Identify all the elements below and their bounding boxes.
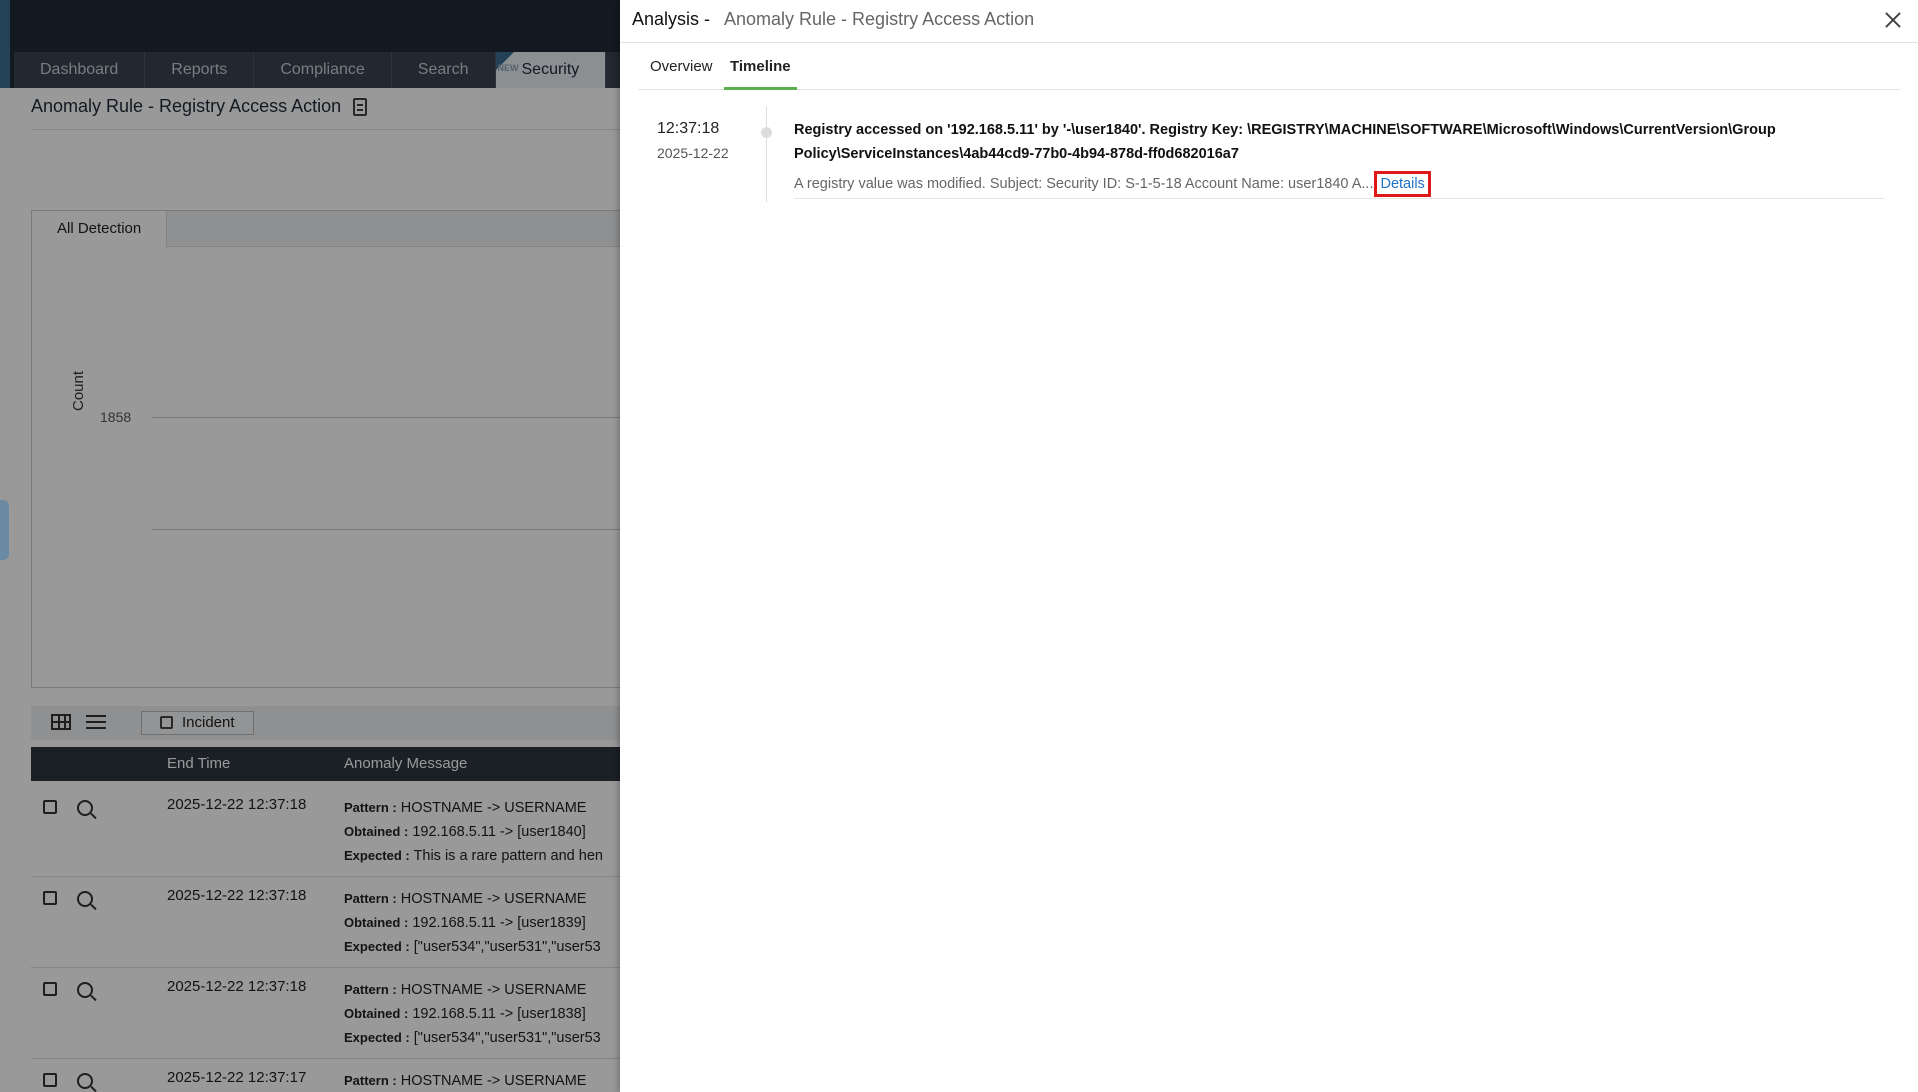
timeline-entry-title: Registry accessed on '192.168.5.11' by '…: [794, 122, 1776, 162]
timeline-line: [766, 106, 767, 202]
panel-tabs: Overview Timeline: [638, 44, 1900, 90]
timeline-entry-description-row: A registry value was modified. Subject: …: [794, 171, 1884, 197]
app-root: Dashboard Reports Compliance Search NEW …: [0, 0, 1918, 1092]
panel-header: Analysis - Anomaly Rule - Registry Acces…: [620, 0, 1918, 43]
sidebar-toggle-handle[interactable]: [0, 500, 9, 560]
analysis-panel: Analysis - Anomaly Rule - Registry Acces…: [620, 0, 1918, 1092]
tab-overview[interactable]: Overview: [644, 58, 719, 90]
timeline-entry: Registry accessed on '192.168.5.11' by '…: [794, 118, 1884, 197]
tab-timeline[interactable]: Timeline: [724, 58, 797, 90]
timeline-time: 12:37:18: [657, 120, 720, 137]
timeline-entry-description: A registry value was modified. Subject: …: [794, 176, 1374, 192]
close-icon[interactable]: [1884, 11, 1902, 29]
panel-title: Analysis -: [632, 9, 711, 29]
details-link[interactable]: Details: [1374, 171, 1431, 197]
panel-subtitle: Anomaly Rule - Registry Access Action: [724, 9, 1035, 29]
timeline-date: 2025-12-22: [657, 145, 729, 161]
timeline-dot: [761, 127, 772, 138]
timeline-divider: [794, 198, 1884, 199]
